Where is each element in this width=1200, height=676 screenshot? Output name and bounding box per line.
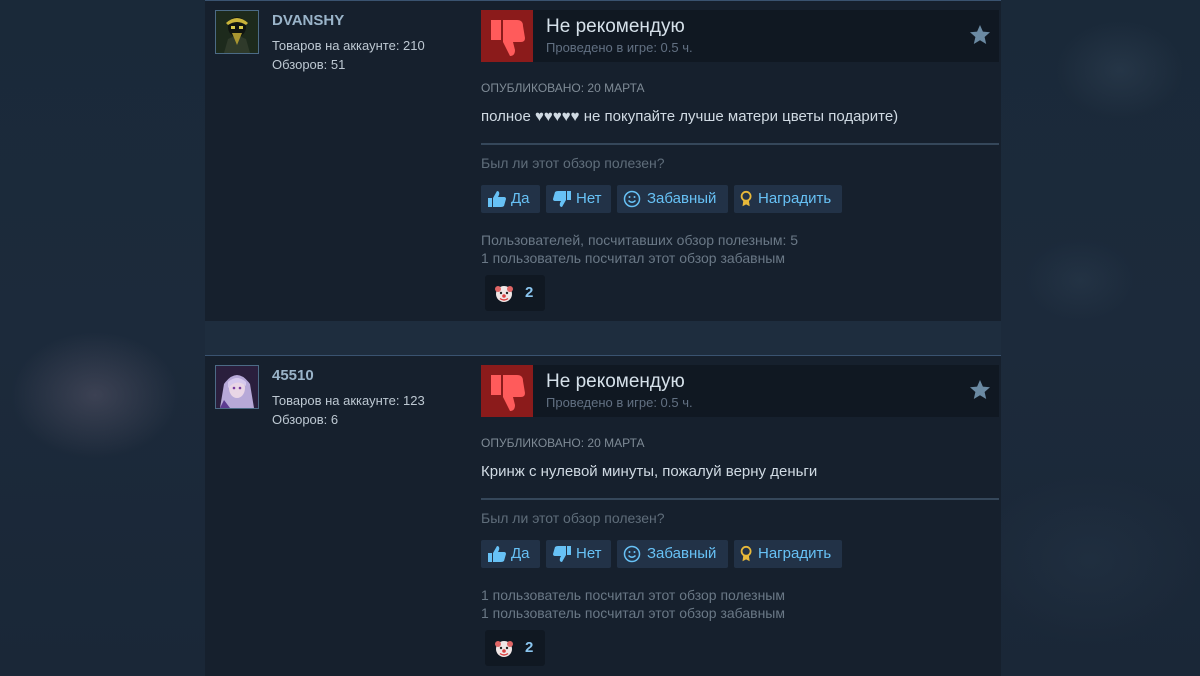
review-text: полное ♥♥♥♥♥ не покупайте лучше матери ц… — [481, 108, 899, 125]
helpful-question: Был ли этот обзор полезен? — [481, 510, 665, 526]
review-verdict: Не рекомендую — [546, 371, 685, 392]
vote-no-button[interactable]: Нет — [546, 540, 611, 568]
review-card: 45510 Товаров на аккаунте: 123 Обзоров: … — [205, 355, 1001, 676]
vote-funny-label: Забавный — [647, 545, 717, 562]
vote-funny-button[interactable]: Забавный — [617, 185, 728, 213]
vote-counts: 1 пользователь посчитал этот обзор полез… — [481, 586, 785, 622]
star-icon[interactable] — [969, 24, 991, 46]
author-name[interactable]: 45510 — [272, 367, 314, 384]
review-text: Кринж с нулевой минуты, пожалуй верну де… — [481, 463, 818, 480]
clown-face-icon — [495, 286, 513, 302]
award-label: Наградить — [758, 545, 832, 562]
thumbs-down-icon — [481, 10, 533, 62]
review-card: DVANSHY Товаров на аккаунте: 210 Обзоров… — [205, 0, 1001, 321]
award-ribbon-icon — [740, 190, 752, 207]
author-reviews-count[interactable]: Обзоров: 51 — [272, 57, 345, 72]
avatar[interactable] — [215, 365, 259, 409]
award-label: Наградить — [758, 190, 832, 207]
award-count: 2 — [525, 284, 534, 301]
thumbs-down-icon — [553, 546, 571, 562]
divider — [481, 143, 999, 145]
author-products-count[interactable]: Товаров на аккаунте: 210 — [272, 38, 425, 53]
vote-header: Не рекомендую Проведено в игре: 0.5 ч. — [481, 365, 999, 417]
smiley-icon — [623, 545, 641, 563]
vote-counts: Пользователей, посчитавших обзор полезны… — [481, 231, 798, 267]
award-count: 2 — [525, 639, 534, 656]
author-reviews-count[interactable]: Обзоров: 6 — [272, 412, 338, 427]
funny-count: 1 пользователь посчитал этот обзор забав… — [481, 605, 785, 621]
thumbs-down-icon — [481, 365, 533, 417]
posted-date: ОПУБЛИКОВАНО: 20 МАРТА — [481, 436, 645, 450]
star-icon[interactable] — [969, 379, 991, 401]
playtime: Проведено в игре: 0.5 ч. — [546, 395, 693, 410]
vote-no-button[interactable]: Нет — [546, 185, 611, 213]
helpful-count: Пользователей, посчитавших обзор полезны… — [481, 232, 799, 248]
vote-funny-label: Забавный — [647, 190, 717, 207]
vote-funny-button[interactable]: Забавный — [617, 540, 728, 568]
posted-date: ОПУБЛИКОВАНО: 20 МАРТА — [481, 81, 645, 95]
review-verdict: Не рекомендую — [546, 16, 685, 37]
award-badge[interactable]: 2 — [485, 275, 545, 311]
helpful-question: Был ли этот обзор полезен? — [481, 155, 665, 171]
vote-yes-label: Да — [511, 545, 530, 562]
review-separator — [205, 321, 1001, 355]
vote-yes-button[interactable]: Да — [481, 540, 540, 568]
author-products-count[interactable]: Товаров на аккаунте: 123 — [272, 393, 425, 408]
helpful-count: 1 пользователь посчитал этот обзор полез… — [481, 587, 785, 603]
playtime: Проведено в игре: 0.5 ч. — [546, 40, 693, 55]
award-ribbon-icon — [740, 545, 752, 562]
clown-face-icon — [495, 641, 513, 657]
award-badge[interactable]: 2 — [485, 630, 545, 666]
author-name[interactable]: DVANSHY — [272, 12, 344, 29]
smiley-icon — [623, 190, 641, 208]
avatar[interactable] — [215, 10, 259, 54]
vote-yes-button[interactable]: Да — [481, 185, 540, 213]
thumbs-up-icon — [488, 191, 506, 207]
divider — [481, 498, 999, 500]
award-button[interactable]: Наградить — [734, 540, 842, 568]
thumbs-up-icon — [488, 546, 506, 562]
vote-no-label: Нет — [576, 545, 602, 562]
vote-no-label: Нет — [576, 190, 602, 207]
vote-header: Не рекомендую Проведено в игре: 0.5 ч. — [481, 10, 999, 62]
funny-count: 1 пользователь посчитал этот обзор забав… — [481, 250, 785, 266]
vote-yes-label: Да — [511, 190, 530, 207]
thumbs-down-icon — [553, 191, 571, 207]
award-button[interactable]: Наградить — [734, 185, 842, 213]
